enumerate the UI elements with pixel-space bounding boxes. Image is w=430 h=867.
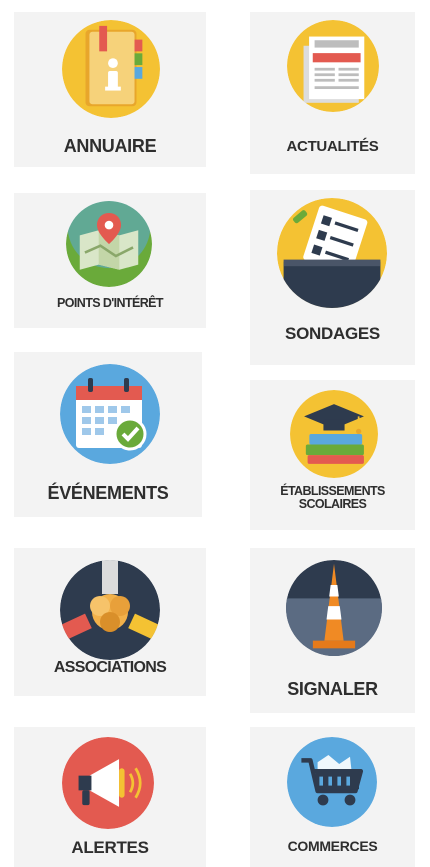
tile-label: ÉTABLISSEMENTS SCOLAIRES (250, 484, 415, 512)
tile-label: ASSOCIATIONS (53, 659, 167, 676)
calendar-check-icon (60, 364, 160, 464)
tile-label: SONDAGES (285, 324, 380, 343)
tile-annuaire[interactable]: ANNUAIRE (14, 12, 206, 167)
megaphone-icon (62, 737, 154, 829)
joined-hands-icon (60, 560, 160, 660)
tile-label: POINTS D'INTÉRÊT (57, 296, 163, 310)
tile-evenements[interactable]: ÉVÉNEMENTS (14, 352, 202, 517)
tile-associations[interactable]: ASSOCIATIONS (14, 548, 206, 696)
tile-label: ÉVÉNEMENTS (47, 483, 169, 503)
shopping-cart-icon (287, 737, 377, 827)
tile-label: ALERTES (71, 838, 149, 857)
ballot-box-icon (277, 198, 387, 308)
tile-label: SIGNALER (287, 679, 378, 699)
tile-etablissements-scolaires[interactable]: ÉTABLISSEMENTS SCOLAIRES (250, 380, 415, 530)
traffic-cone-icon (286, 560, 382, 656)
tile-actualites[interactable]: ACTUALITÉS (250, 12, 415, 174)
tile-points-interet[interactable]: POINTS D'INTÉRÊT (14, 193, 206, 328)
tile-alertes[interactable]: ALERTES (14, 727, 206, 867)
tile-label: COMMERCES (287, 838, 378, 854)
directory-book-icon (62, 20, 160, 118)
map-pin-icon (66, 201, 152, 287)
tile-commerces[interactable]: COMMERCES (250, 727, 415, 867)
tile-label: ACTUALITÉS (286, 138, 379, 155)
graduation-books-icon (290, 390, 378, 478)
tile-label: ANNUAIRE (63, 136, 157, 156)
newspaper-icon (287, 20, 379, 112)
tile-signaler[interactable]: SIGNALER (250, 548, 415, 713)
tile-sondages[interactable]: SONDAGES (250, 190, 415, 365)
tile-label-line2: SCOLAIRES (298, 497, 367, 512)
